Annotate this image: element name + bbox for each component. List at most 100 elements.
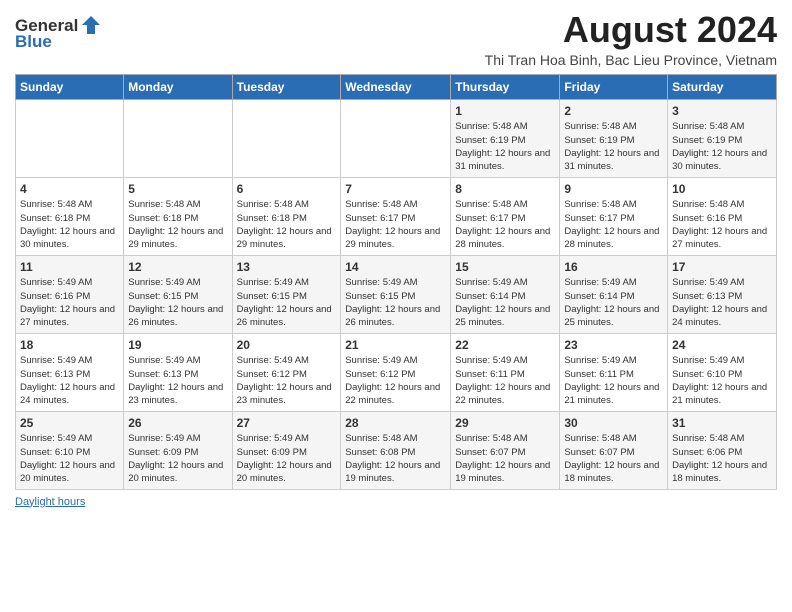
calendar-cell: 5Sunrise: 5:48 AM Sunset: 6:18 PM Daylig… <box>124 177 232 255</box>
day-number: 25 <box>20 415 119 432</box>
day-number: 19 <box>128 337 227 354</box>
calendar-cell: 16Sunrise: 5:49 AM Sunset: 6:14 PM Dayli… <box>560 255 668 333</box>
day-number: 12 <box>128 259 227 276</box>
calendar-cell <box>341 99 451 177</box>
day-number: 11 <box>20 259 119 276</box>
calendar-cell: 12Sunrise: 5:49 AM Sunset: 6:15 PM Dayli… <box>124 255 232 333</box>
day-number: 31 <box>672 415 772 432</box>
footer-note: Daylight hours <box>15 496 777 508</box>
calendar-week-row: 25Sunrise: 5:49 AM Sunset: 6:10 PM Dayli… <box>16 411 777 489</box>
day-info: Sunrise: 5:48 AM Sunset: 6:07 PM Dayligh… <box>455 432 555 485</box>
day-number: 8 <box>455 181 555 198</box>
day-info: Sunrise: 5:49 AM Sunset: 6:10 PM Dayligh… <box>20 432 119 485</box>
calendar-cell: 1Sunrise: 5:48 AM Sunset: 6:19 PM Daylig… <box>451 99 560 177</box>
calendar-cell: 30Sunrise: 5:48 AM Sunset: 6:07 PM Dayli… <box>560 411 668 489</box>
daylight-hours-link[interactable]: Daylight hours <box>15 496 85 508</box>
calendar-cell: 21Sunrise: 5:49 AM Sunset: 6:12 PM Dayli… <box>341 333 451 411</box>
day-info: Sunrise: 5:48 AM Sunset: 6:18 PM Dayligh… <box>237 198 337 251</box>
calendar-cell: 3Sunrise: 5:48 AM Sunset: 6:19 PM Daylig… <box>668 99 777 177</box>
day-info: Sunrise: 5:48 AM Sunset: 6:16 PM Dayligh… <box>672 198 772 251</box>
col-header-saturday: Saturday <box>668 74 777 99</box>
day-info: Sunrise: 5:48 AM Sunset: 6:17 PM Dayligh… <box>345 198 446 251</box>
day-info: Sunrise: 5:49 AM Sunset: 6:13 PM Dayligh… <box>128 354 227 407</box>
calendar-cell: 11Sunrise: 5:49 AM Sunset: 6:16 PM Dayli… <box>16 255 124 333</box>
day-info: Sunrise: 5:48 AM Sunset: 6:19 PM Dayligh… <box>564 120 663 173</box>
day-number: 18 <box>20 337 119 354</box>
day-info: Sunrise: 5:49 AM Sunset: 6:15 PM Dayligh… <box>345 276 446 329</box>
day-number: 22 <box>455 337 555 354</box>
day-info: Sunrise: 5:49 AM Sunset: 6:14 PM Dayligh… <box>455 276 555 329</box>
calendar-cell: 31Sunrise: 5:48 AM Sunset: 6:06 PM Dayli… <box>668 411 777 489</box>
calendar-cell: 28Sunrise: 5:48 AM Sunset: 6:08 PM Dayli… <box>341 411 451 489</box>
calendar-cell: 29Sunrise: 5:48 AM Sunset: 6:07 PM Dayli… <box>451 411 560 489</box>
day-number: 27 <box>237 415 337 432</box>
day-number: 26 <box>128 415 227 432</box>
col-header-wednesday: Wednesday <box>341 74 451 99</box>
logo-blue-text: Blue <box>15 32 102 52</box>
calendar-cell: 25Sunrise: 5:49 AM Sunset: 6:10 PM Dayli… <box>16 411 124 489</box>
day-info: Sunrise: 5:48 AM Sunset: 6:07 PM Dayligh… <box>564 432 663 485</box>
day-info: Sunrise: 5:49 AM Sunset: 6:09 PM Dayligh… <box>128 432 227 485</box>
calendar-cell: 27Sunrise: 5:49 AM Sunset: 6:09 PM Dayli… <box>232 411 341 489</box>
day-number: 15 <box>455 259 555 276</box>
day-info: Sunrise: 5:48 AM Sunset: 6:18 PM Dayligh… <box>128 198 227 251</box>
header: General Blue August 2024 Thi Tran Hoa Bi… <box>15 10 777 68</box>
day-number: 1 <box>455 103 555 120</box>
day-number: 5 <box>128 181 227 198</box>
calendar-cell: 9Sunrise: 5:48 AM Sunset: 6:17 PM Daylig… <box>560 177 668 255</box>
calendar-cell: 20Sunrise: 5:49 AM Sunset: 6:12 PM Dayli… <box>232 333 341 411</box>
day-number: 23 <box>564 337 663 354</box>
calendar-cell: 19Sunrise: 5:49 AM Sunset: 6:13 PM Dayli… <box>124 333 232 411</box>
calendar-week-row: 11Sunrise: 5:49 AM Sunset: 6:16 PM Dayli… <box>16 255 777 333</box>
calendar-cell <box>124 99 232 177</box>
col-header-friday: Friday <box>560 74 668 99</box>
day-number: 4 <box>20 181 119 198</box>
day-info: Sunrise: 5:48 AM Sunset: 6:19 PM Dayligh… <box>672 120 772 173</box>
day-number: 30 <box>564 415 663 432</box>
day-info: Sunrise: 5:49 AM Sunset: 6:15 PM Dayligh… <box>128 276 227 329</box>
day-number: 16 <box>564 259 663 276</box>
title-area: August 2024 Thi Tran Hoa Binh, Bac Lieu … <box>485 10 777 68</box>
calendar-cell: 14Sunrise: 5:49 AM Sunset: 6:15 PM Dayli… <box>341 255 451 333</box>
day-info: Sunrise: 5:49 AM Sunset: 6:12 PM Dayligh… <box>237 354 337 407</box>
day-number: 10 <box>672 181 772 198</box>
col-header-sunday: Sunday <box>16 74 124 99</box>
day-number: 29 <box>455 415 555 432</box>
day-info: Sunrise: 5:49 AM Sunset: 6:16 PM Dayligh… <box>20 276 119 329</box>
day-number: 17 <box>672 259 772 276</box>
day-info: Sunrise: 5:48 AM Sunset: 6:08 PM Dayligh… <box>345 432 446 485</box>
calendar-cell: 17Sunrise: 5:49 AM Sunset: 6:13 PM Dayli… <box>668 255 777 333</box>
calendar-cell: 10Sunrise: 5:48 AM Sunset: 6:16 PM Dayli… <box>668 177 777 255</box>
location-subtitle: Thi Tran Hoa Binh, Bac Lieu Province, Vi… <box>485 52 777 68</box>
day-info: Sunrise: 5:49 AM Sunset: 6:11 PM Dayligh… <box>564 354 663 407</box>
calendar-cell <box>232 99 341 177</box>
day-info: Sunrise: 5:49 AM Sunset: 6:09 PM Dayligh… <box>237 432 337 485</box>
col-header-monday: Monday <box>124 74 232 99</box>
day-info: Sunrise: 5:48 AM Sunset: 6:18 PM Dayligh… <box>20 198 119 251</box>
day-info: Sunrise: 5:48 AM Sunset: 6:17 PM Dayligh… <box>455 198 555 251</box>
day-info: Sunrise: 5:49 AM Sunset: 6:13 PM Dayligh… <box>20 354 119 407</box>
day-info: Sunrise: 5:48 AM Sunset: 6:17 PM Dayligh… <box>564 198 663 251</box>
col-header-thursday: Thursday <box>451 74 560 99</box>
calendar-table: SundayMondayTuesdayWednesdayThursdayFrid… <box>15 74 777 490</box>
day-info: Sunrise: 5:49 AM Sunset: 6:10 PM Dayligh… <box>672 354 772 407</box>
day-number: 6 <box>237 181 337 198</box>
day-number: 28 <box>345 415 446 432</box>
day-number: 9 <box>564 181 663 198</box>
day-number: 2 <box>564 103 663 120</box>
calendar-cell <box>16 99 124 177</box>
day-number: 24 <box>672 337 772 354</box>
day-info: Sunrise: 5:49 AM Sunset: 6:14 PM Dayligh… <box>564 276 663 329</box>
month-year-title: August 2024 <box>485 10 777 50</box>
calendar-cell: 22Sunrise: 5:49 AM Sunset: 6:11 PM Dayli… <box>451 333 560 411</box>
calendar-header-row: SundayMondayTuesdayWednesdayThursdayFrid… <box>16 74 777 99</box>
col-header-tuesday: Tuesday <box>232 74 341 99</box>
calendar-cell: 15Sunrise: 5:49 AM Sunset: 6:14 PM Dayli… <box>451 255 560 333</box>
day-number: 7 <box>345 181 446 198</box>
day-info: Sunrise: 5:49 AM Sunset: 6:15 PM Dayligh… <box>237 276 337 329</box>
day-number: 20 <box>237 337 337 354</box>
calendar-week-row: 1 Sunrise: 5:48 AM Sunset: 6:19 PM Daylig… <box>16 99 777 177</box>
calendar-cell: 4Sunrise: 5:48 AM Sunset: 6:18 PM Daylig… <box>16 177 124 255</box>
calendar-cell: 8Sunrise: 5:48 AM Sunset: 6:17 PM Daylig… <box>451 177 560 255</box>
calendar-cell: 2Sunrise: 5:48 AM Sunset: 6:19 PM Daylig… <box>560 99 668 177</box>
